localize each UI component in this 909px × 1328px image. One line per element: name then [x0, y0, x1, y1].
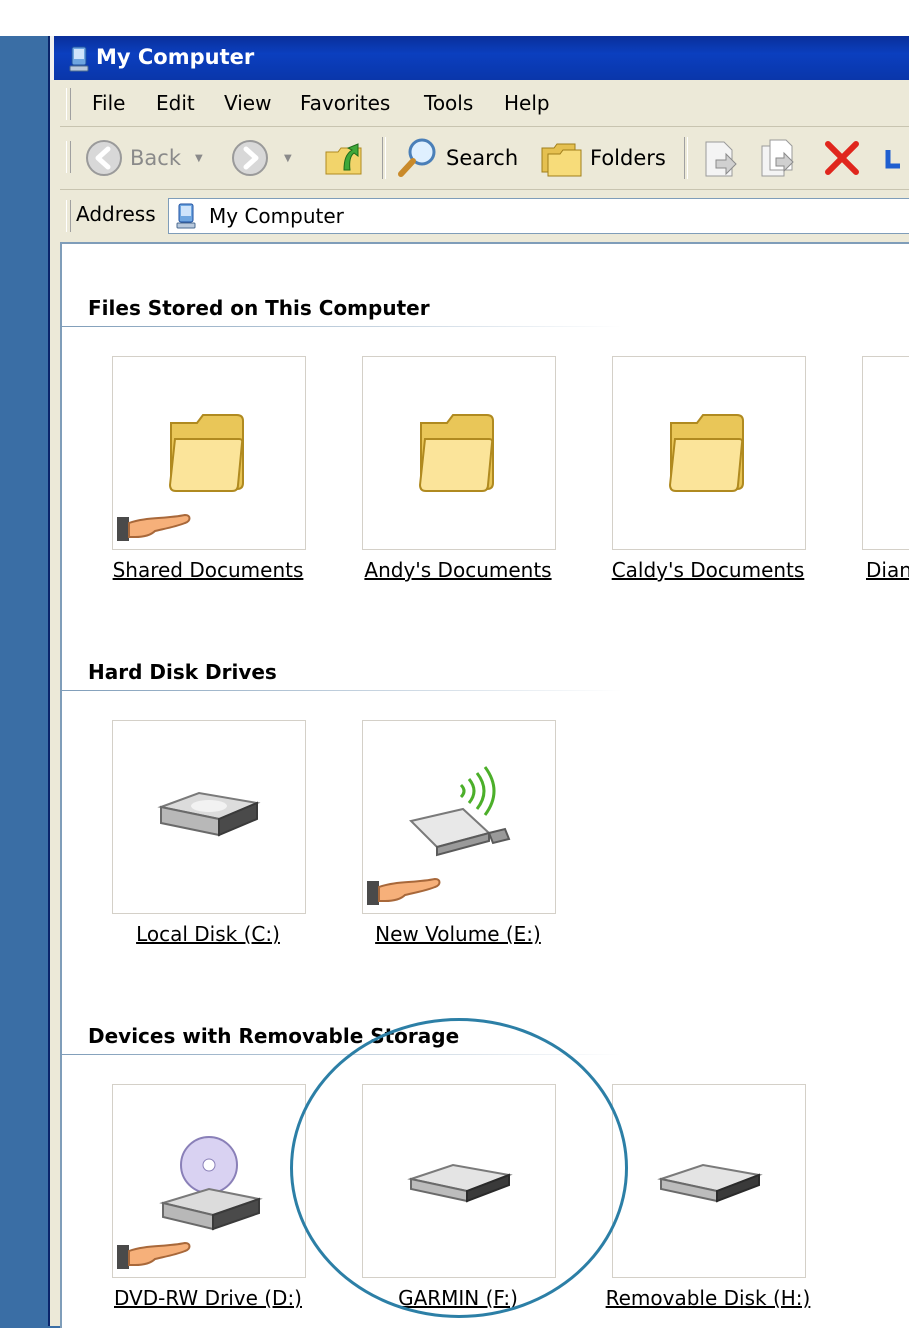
toolbar-grip[interactable] [66, 141, 71, 173]
my-computer-icon [176, 203, 196, 229]
item-label[interactable]: New Volume (E:) [343, 922, 573, 946]
window-title: My Computer [96, 45, 255, 69]
delete-x-icon [825, 141, 859, 175]
search-label: Search [446, 146, 519, 170]
shared-hand-icon [117, 1241, 191, 1269]
menu-grip[interactable] [66, 88, 71, 120]
address-value: My Computer [209, 204, 344, 228]
move-to-icon [705, 141, 737, 177]
group-header-files: Files Stored on This Computer [88, 296, 430, 320]
folders-label: Folders [590, 146, 666, 170]
address-bar: Address My Computer [60, 190, 909, 240]
back-arrow-icon [86, 140, 122, 176]
group-divider [62, 690, 622, 691]
item-shared-documents[interactable] [112, 356, 306, 550]
undo-icon [885, 150, 900, 169]
forward-dropdown-icon[interactable]: ▼ [284, 153, 292, 164]
copy-to-icon [761, 139, 794, 177]
forward-arrow-icon [232, 140, 268, 176]
item-new-volume-e[interactable] [362, 720, 556, 914]
removable-drive-icon [657, 1163, 763, 1203]
menu-view[interactable]: View [224, 91, 271, 115]
back-dropdown-icon[interactable]: ▼ [195, 153, 203, 164]
search-button[interactable]: Search [396, 127, 518, 189]
menu-bar: File Edit View Favorites Tools Help [60, 82, 909, 127]
item-removable-disk-h[interactable] [612, 1084, 806, 1278]
item-label[interactable]: DVD-RW Drive (D:) [93, 1286, 323, 1310]
hard-disk-icon [157, 791, 261, 837]
delete-button[interactable] [820, 127, 864, 189]
item-dian-documents[interactable] [862, 356, 909, 550]
address-label: Address [76, 202, 156, 226]
group-divider [62, 326, 622, 327]
highlight-circle-annotation [290, 1018, 628, 1318]
item-label[interactable]: Andy's Documents [343, 558, 573, 582]
undo-button[interactable] [880, 127, 909, 189]
menu-help[interactable]: Help [504, 91, 550, 115]
toolbar-separator [684, 137, 688, 179]
item-label[interactable]: Caldy's Documents [593, 558, 823, 582]
search-icon [398, 138, 436, 177]
move-to-button[interactable] [698, 127, 742, 189]
copy-to-button[interactable] [756, 127, 800, 189]
folder-icon [418, 414, 494, 492]
my-computer-icon [69, 46, 89, 72]
shared-hand-icon [367, 877, 441, 905]
address-input[interactable]: My Computer [168, 198, 909, 234]
item-label[interactable]: Shared Documents [93, 558, 323, 582]
item-andys-documents[interactable] [362, 356, 556, 550]
item-label[interactable]: Dian [866, 558, 909, 582]
back-button[interactable]: Back ▼ [84, 127, 203, 189]
menu-favorites[interactable]: Favorites [300, 91, 390, 115]
shared-hand-icon [117, 513, 191, 541]
item-local-disk-c[interactable] [112, 720, 306, 914]
folders-button[interactable]: Folders [538, 127, 666, 189]
standard-toolbar: Back ▼ ▼ Search Folders [60, 127, 909, 190]
forward-button[interactable]: ▼ [230, 127, 292, 189]
menu-tools[interactable]: Tools [424, 91, 473, 115]
up-folder-button[interactable] [322, 127, 366, 189]
menu-edit[interactable]: Edit [156, 91, 195, 115]
item-caldys-documents[interactable] [612, 356, 806, 550]
back-label: Back [130, 146, 181, 170]
menu-file[interactable]: File [92, 91, 125, 115]
title-bar[interactable]: My Computer [50, 36, 909, 80]
item-label[interactable]: Removable Disk (H:) [593, 1286, 823, 1310]
group-header-hard-disks: Hard Disk Drives [88, 660, 277, 684]
folder-icon [668, 414, 744, 492]
desktop-background [0, 0, 909, 36]
folders-icon [541, 143, 582, 177]
item-label[interactable]: Local Disk (C:) [93, 922, 323, 946]
toolbar-separator [382, 137, 386, 179]
address-grip[interactable] [66, 200, 71, 232]
up-folder-icon [325, 143, 362, 175]
item-dvd-rw-drive-d[interactable] [112, 1084, 306, 1278]
